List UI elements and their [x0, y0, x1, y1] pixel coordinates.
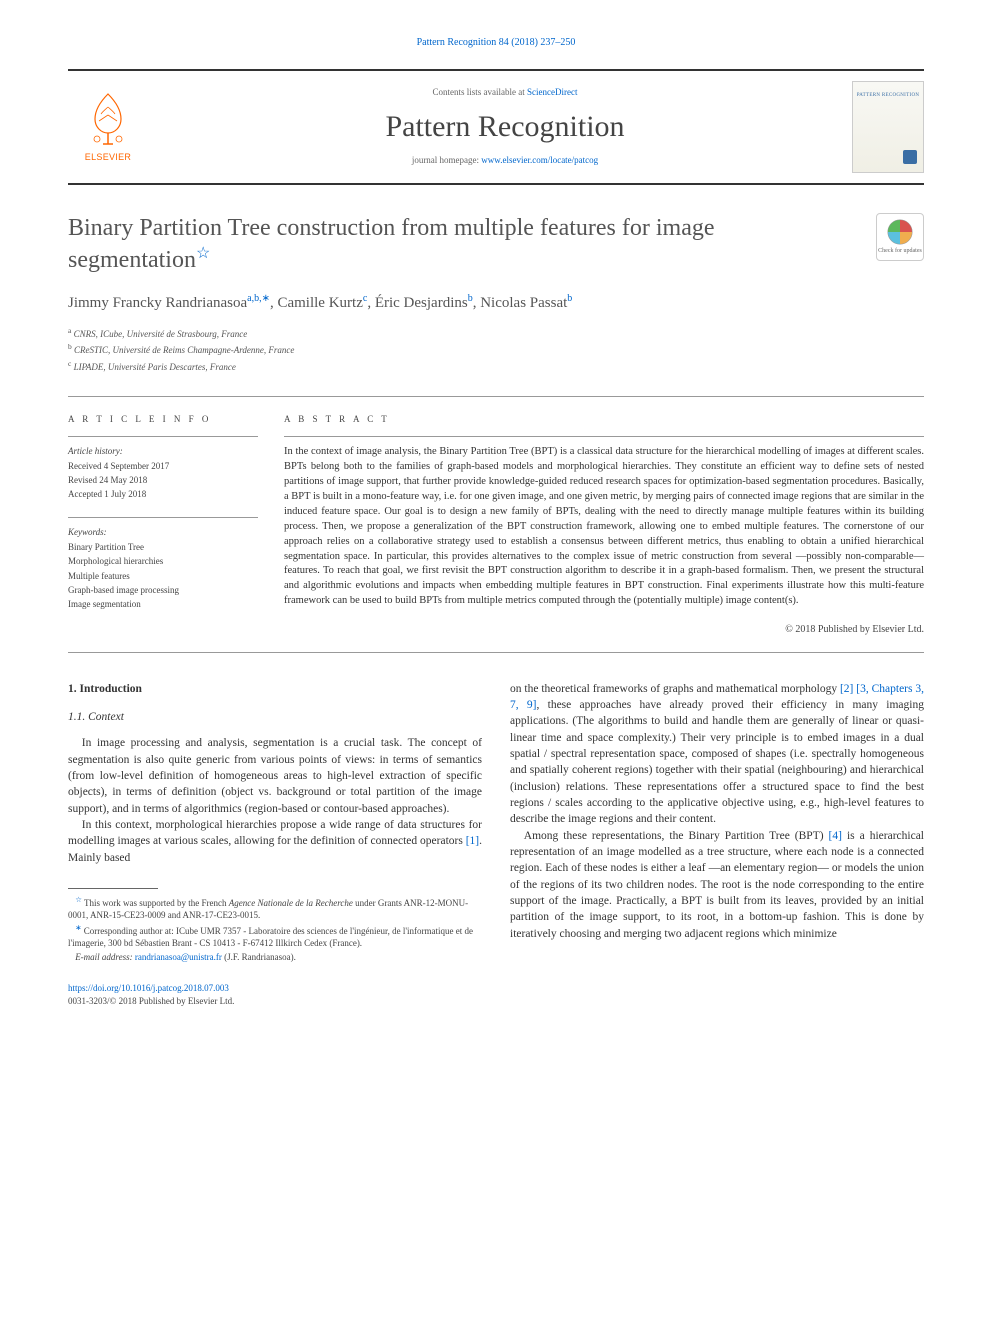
paragraph-text: , these approaches have already proved t…: [510, 699, 924, 825]
homepage-link[interactable]: www.elsevier.com/locate/patcog: [481, 155, 598, 165]
paragraph: In this context, morphological hierarchi…: [68, 817, 482, 866]
paragraph-text: is a hierarchical representation of an i…: [510, 830, 924, 940]
keyword: Multiple features: [68, 570, 258, 583]
history-dates: Received 4 September 2017 Revised 24 May…: [68, 460, 258, 501]
article-info-label: A R T I C L E I N F O: [68, 413, 258, 426]
check-updates-label: Check for updates: [877, 248, 923, 255]
keyword: Binary Partition Tree: [68, 541, 258, 554]
author-1[interactable]: Jimmy Francky Randrianasoa: [68, 295, 247, 311]
article-info-column: A R T I C L E I N F O Article history: R…: [68, 413, 258, 638]
divider: [68, 396, 924, 397]
paragraph: on the theoretical frameworks of graphs …: [510, 681, 924, 828]
journal-homepage: journal homepage: www.elsevier.com/locat…: [158, 154, 852, 167]
affil-a: CNRS, ICube, Université de Strasbourg, F…: [71, 329, 247, 339]
title-footnote-star[interactable]: ☆: [196, 245, 210, 262]
footnotes: ☆ This work was supported by the French …: [68, 895, 482, 964]
ref-link-1[interactable]: [1]: [466, 835, 479, 847]
affiliations: a CNRS, ICube, Université de Strasbourg,…: [68, 325, 924, 375]
author-1-affil[interactable]: a,b,∗: [247, 293, 270, 304]
keywords-divider: [68, 517, 258, 518]
elsevier-logo[interactable]: ELSEVIER: [68, 82, 148, 172]
affil-b: CReSTIC, Université de Reims Champagne-A…: [72, 345, 295, 355]
contents-prefix: Contents lists available at: [433, 87, 527, 97]
author-4[interactable]: , Nicolas Passat: [473, 295, 568, 311]
revised-date: Revised 24 May 2018: [68, 474, 258, 487]
divider: [68, 652, 924, 653]
page-footer: https://doi.org/10.1016/j.patcog.2018.07…: [68, 982, 924, 1008]
subsection-heading-1-1: 1.1. Context: [68, 709, 482, 725]
footnote-1: ☆ This work was supported by the French …: [68, 895, 482, 921]
body-column-left: 1. Introduction 1.1. Context In image pr…: [68, 681, 482, 966]
keyword: Morphological hierarchies: [68, 555, 258, 568]
affil-c: LIPADE, Université Paris Descartes, Fran…: [71, 362, 236, 372]
article-title-text: Binary Partition Tree construction from …: [68, 215, 715, 273]
article-title: Binary Partition Tree construction from …: [68, 213, 860, 276]
footnote-3: E-mail address: randrianasoa@unistra.fr …: [68, 951, 482, 963]
body-columns: 1. Introduction 1.1. Context In image pr…: [68, 681, 924, 966]
journal-cover-thumbnail[interactable]: PATTERN RECOGNITION: [852, 81, 924, 173]
sciencedirect-link[interactable]: ScienceDirect: [527, 87, 577, 97]
info-divider: [68, 436, 258, 437]
keywords-label: Keywords:: [68, 526, 258, 539]
paragraph: Among these representations, the Binary …: [510, 828, 924, 942]
elsevier-tree-icon: [81, 89, 135, 149]
cover-badge-icon: [903, 150, 917, 164]
author-4-affil[interactable]: b: [567, 293, 572, 304]
journal-name: Pattern Recognition: [158, 105, 852, 149]
cover-title: PATTERN RECOGNITION: [853, 92, 923, 99]
paragraph: In image processing and analysis, segmen…: [68, 735, 482, 817]
crossmark-icon: [886, 218, 914, 246]
received-date: Received 4 September 2017: [68, 460, 258, 473]
footnote-1-star: ☆: [75, 895, 82, 904]
footnote-1-italic: Agence Nationale de la Recherche: [229, 898, 353, 908]
footnote-3-tail: (J.F. Randrianasoa).: [222, 952, 296, 962]
section-heading-1: 1. Introduction: [68, 681, 482, 697]
keyword: Graph-based image processing: [68, 584, 258, 597]
abstract-divider: [284, 436, 924, 437]
footnote-separator: [68, 888, 158, 889]
contents-available: Contents lists available at ScienceDirec…: [158, 86, 852, 99]
footnote-1-text-a: This work was supported by the French: [82, 898, 229, 908]
check-for-updates-button[interactable]: Check for updates: [876, 213, 924, 261]
keyword: Image segmentation: [68, 598, 258, 611]
journal-header: ELSEVIER Contents lists available at Sci…: [68, 69, 924, 185]
author-2[interactable]: , Camille Kurtz: [270, 295, 363, 311]
ref-link-4[interactable]: [4]: [829, 830, 842, 842]
issn-copyright: 0031-3203/© 2018 Published by Elsevier L…: [68, 995, 924, 1008]
paragraph-text: on the theoretical frameworks of graphs …: [510, 683, 840, 695]
paragraph-text: Among these representations, the Binary …: [524, 830, 829, 842]
abstract-label: A B S T R A C T: [284, 413, 924, 426]
elsevier-label: ELSEVIER: [85, 151, 131, 164]
footnote-2-text: Corresponding author at: ICube UMR 7357 …: [68, 926, 473, 948]
corresponding-email-link[interactable]: randrianasoa@unistra.fr: [135, 952, 222, 962]
keywords-list: Binary Partition Tree Morphological hier…: [68, 541, 258, 610]
header-citation[interactable]: Pattern Recognition 84 (2018) 237–250: [68, 36, 924, 51]
copyright: © 2018 Published by Elsevier Ltd.: [284, 623, 924, 638]
abstract-text: In the context of image analysis, the Bi…: [284, 445, 924, 609]
author-3[interactable]: , Éric Desjardins: [367, 295, 467, 311]
homepage-prefix: journal homepage:: [412, 155, 481, 165]
doi-link[interactable]: https://doi.org/10.1016/j.patcog.2018.07…: [68, 983, 229, 993]
accepted-date: Accepted 1 July 2018: [68, 488, 258, 501]
authors-line: Jimmy Francky Randrianasoaa,b,∗, Camille…: [68, 292, 924, 315]
ref-link-2[interactable]: [2]: [840, 683, 853, 695]
paragraph-text: In this context, morphological hierarchi…: [68, 819, 482, 847]
body-column-right: on the theoretical frameworks of graphs …: [510, 681, 924, 966]
footnote-2: ∗ Corresponding author at: ICube UMR 735…: [68, 923, 482, 949]
history-label: Article history:: [68, 445, 258, 458]
abstract-column: A B S T R A C T In the context of image …: [284, 413, 924, 638]
footnote-3-label: E-mail address:: [75, 952, 135, 962]
